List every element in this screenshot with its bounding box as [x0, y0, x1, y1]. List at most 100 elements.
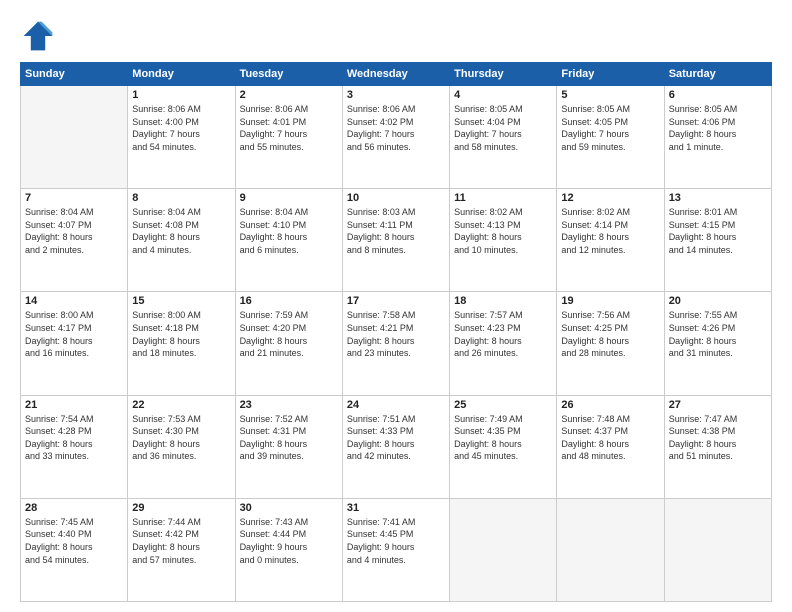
day-info: Sunrise: 7:55 AM Sunset: 4:26 PM Dayligh… [669, 309, 767, 359]
week-row-1: 1 Sunrise: 8:06 AM Sunset: 4:00 PM Daylig… [21, 86, 772, 189]
day-info: Sunrise: 8:05 AM Sunset: 4:04 PM Dayligh… [454, 103, 552, 153]
logo-icon [20, 18, 56, 54]
week-row-2: 7 Sunrise: 8:04 AM Sunset: 4:07 PM Daylig… [21, 189, 772, 292]
day-number: 22 [132, 399, 230, 411]
day-info: Sunrise: 7:47 AM Sunset: 4:38 PM Dayligh… [669, 413, 767, 463]
calendar-cell: 12Sunrise: 8:02 AM Sunset: 4:14 PM Dayli… [557, 189, 664, 292]
calendar-cell: 28Sunrise: 7:45 AM Sunset: 4:40 PM Dayli… [21, 498, 128, 601]
day-info: Sunrise: 8:06 AM Sunset: 4:02 PM Dayligh… [347, 103, 445, 153]
day-number: 4 [454, 89, 552, 101]
calendar-cell [450, 498, 557, 601]
day-info: Sunrise: 8:02 AM Sunset: 4:14 PM Dayligh… [561, 206, 659, 256]
day-number: 1 [132, 89, 230, 101]
day-info: Sunrise: 7:52 AM Sunset: 4:31 PM Dayligh… [240, 413, 338, 463]
day-number: 6 [669, 89, 767, 101]
day-info: Sunrise: 7:48 AM Sunset: 4:37 PM Dayligh… [561, 413, 659, 463]
weekday-header-monday: Monday [128, 63, 235, 86]
calendar-cell: 18Sunrise: 7:57 AM Sunset: 4:23 PM Dayli… [450, 292, 557, 395]
day-info: Sunrise: 7:41 AM Sunset: 4:45 PM Dayligh… [347, 516, 445, 566]
day-number: 14 [25, 295, 123, 307]
calendar-cell: 7 Sunrise: 8:04 AM Sunset: 4:07 PM Daylig… [21, 189, 128, 292]
calendar-cell: 30 Sunrise: 7:43 AM Sunset: 4:44 PM Dayli… [235, 498, 342, 601]
day-number: 13 [669, 192, 767, 204]
calendar-cell: 6 Sunrise: 8:05 AM Sunset: 4:06 PM Daylig… [664, 86, 771, 189]
day-info: Sunrise: 8:06 AM Sunset: 4:00 PM Dayligh… [132, 103, 230, 153]
calendar-cell: 25Sunrise: 7:49 AM Sunset: 4:35 PM Dayli… [450, 395, 557, 498]
day-info: Sunrise: 8:04 AM Sunset: 4:10 PM Dayligh… [240, 206, 338, 256]
day-number: 28 [25, 502, 123, 514]
day-info: Sunrise: 7:58 AM Sunset: 4:21 PM Dayligh… [347, 309, 445, 359]
weekday-header-wednesday: Wednesday [342, 63, 449, 86]
day-info: Sunrise: 7:51 AM Sunset: 4:33 PM Dayligh… [347, 413, 445, 463]
day-info: Sunrise: 7:43 AM Sunset: 4:44 PM Dayligh… [240, 516, 338, 566]
day-info: Sunrise: 8:02 AM Sunset: 4:13 PM Dayligh… [454, 206, 552, 256]
day-info: Sunrise: 7:53 AM Sunset: 4:30 PM Dayligh… [132, 413, 230, 463]
day-number: 18 [454, 295, 552, 307]
day-info: Sunrise: 7:44 AM Sunset: 4:42 PM Dayligh… [132, 516, 230, 566]
calendar-cell: 8 Sunrise: 8:04 AM Sunset: 4:08 PM Daylig… [128, 189, 235, 292]
day-info: Sunrise: 8:00 AM Sunset: 4:18 PM Dayligh… [132, 309, 230, 359]
weekday-header-tuesday: Tuesday [235, 63, 342, 86]
day-number: 9 [240, 192, 338, 204]
calendar-cell: 22 Sunrise: 7:53 AM Sunset: 4:30 PM Dayli… [128, 395, 235, 498]
day-number: 16 [240, 295, 338, 307]
weekday-header-friday: Friday [557, 63, 664, 86]
week-row-4: 21 Sunrise: 7:54 AM Sunset: 4:28 PM Dayli… [21, 395, 772, 498]
day-number: 17 [347, 295, 445, 307]
day-number: 27 [669, 399, 767, 411]
day-number: 23 [240, 399, 338, 411]
day-info: Sunrise: 8:04 AM Sunset: 4:07 PM Dayligh… [25, 206, 123, 256]
calendar-cell: 16Sunrise: 7:59 AM Sunset: 4:20 PM Dayli… [235, 292, 342, 395]
logo [20, 18, 60, 54]
day-number: 30 [240, 502, 338, 514]
week-row-5: 28Sunrise: 7:45 AM Sunset: 4:40 PM Dayli… [21, 498, 772, 601]
day-number: 20 [669, 295, 767, 307]
day-info: Sunrise: 7:56 AM Sunset: 4:25 PM Dayligh… [561, 309, 659, 359]
day-number: 25 [454, 399, 552, 411]
day-info: Sunrise: 8:01 AM Sunset: 4:15 PM Dayligh… [669, 206, 767, 256]
calendar-cell: 14 Sunrise: 8:00 AM Sunset: 4:17 PM Dayli… [21, 292, 128, 395]
day-number: 31 [347, 502, 445, 514]
day-info: Sunrise: 8:04 AM Sunset: 4:08 PM Dayligh… [132, 206, 230, 256]
calendar-cell [21, 86, 128, 189]
calendar-cell: 20 Sunrise: 7:55 AM Sunset: 4:26 PM Dayli… [664, 292, 771, 395]
header [20, 18, 772, 54]
weekday-header-row: SundayMondayTuesdayWednesdayThursdayFrid… [21, 63, 772, 86]
day-info: Sunrise: 7:54 AM Sunset: 4:28 PM Dayligh… [25, 413, 123, 463]
calendar-cell: 4 Sunrise: 8:05 AM Sunset: 4:04 PM Daylig… [450, 86, 557, 189]
weekday-header-saturday: Saturday [664, 63, 771, 86]
calendar-cell: 19 Sunrise: 7:56 AM Sunset: 4:25 PM Dayli… [557, 292, 664, 395]
day-number: 10 [347, 192, 445, 204]
calendar-cell: 29 Sunrise: 7:44 AM Sunset: 4:42 PM Dayli… [128, 498, 235, 601]
calendar-cell: 26 Sunrise: 7:48 AM Sunset: 4:37 PM Dayli… [557, 395, 664, 498]
day-number: 21 [25, 399, 123, 411]
week-row-3: 14 Sunrise: 8:00 AM Sunset: 4:17 PM Dayli… [21, 292, 772, 395]
day-number: 5 [561, 89, 659, 101]
calendar-cell: 24 Sunrise: 7:51 AM Sunset: 4:33 PM Dayli… [342, 395, 449, 498]
day-number: 8 [132, 192, 230, 204]
calendar-cell: 21 Sunrise: 7:54 AM Sunset: 4:28 PM Dayli… [21, 395, 128, 498]
day-info: Sunrise: 8:03 AM Sunset: 4:11 PM Dayligh… [347, 206, 445, 256]
calendar-cell: 10 Sunrise: 8:03 AM Sunset: 4:11 PM Dayli… [342, 189, 449, 292]
weekday-header-thursday: Thursday [450, 63, 557, 86]
day-number: 11 [454, 192, 552, 204]
calendar-cell: 27 Sunrise: 7:47 AM Sunset: 4:38 PM Dayli… [664, 395, 771, 498]
weekday-header-sunday: Sunday [21, 63, 128, 86]
day-info: Sunrise: 8:06 AM Sunset: 4:01 PM Dayligh… [240, 103, 338, 153]
day-number: 29 [132, 502, 230, 514]
calendar-cell: 31 Sunrise: 7:41 AM Sunset: 4:45 PM Dayli… [342, 498, 449, 601]
calendar-table: SundayMondayTuesdayWednesdayThursdayFrid… [20, 62, 772, 602]
day-info: Sunrise: 8:00 AM Sunset: 4:17 PM Dayligh… [25, 309, 123, 359]
calendar-cell: 9 Sunrise: 8:04 AM Sunset: 4:10 PM Daylig… [235, 189, 342, 292]
day-number: 24 [347, 399, 445, 411]
calendar-cell: 13 Sunrise: 8:01 AM Sunset: 4:15 PM Dayli… [664, 189, 771, 292]
calendar-cell [664, 498, 771, 601]
calendar-cell: 11 Sunrise: 8:02 AM Sunset: 4:13 PM Dayli… [450, 189, 557, 292]
day-number: 15 [132, 295, 230, 307]
day-number: 7 [25, 192, 123, 204]
day-info: Sunrise: 8:05 AM Sunset: 4:06 PM Dayligh… [669, 103, 767, 153]
day-number: 19 [561, 295, 659, 307]
calendar-cell: 17 Sunrise: 7:58 AM Sunset: 4:21 PM Dayli… [342, 292, 449, 395]
day-number: 26 [561, 399, 659, 411]
day-number: 3 [347, 89, 445, 101]
